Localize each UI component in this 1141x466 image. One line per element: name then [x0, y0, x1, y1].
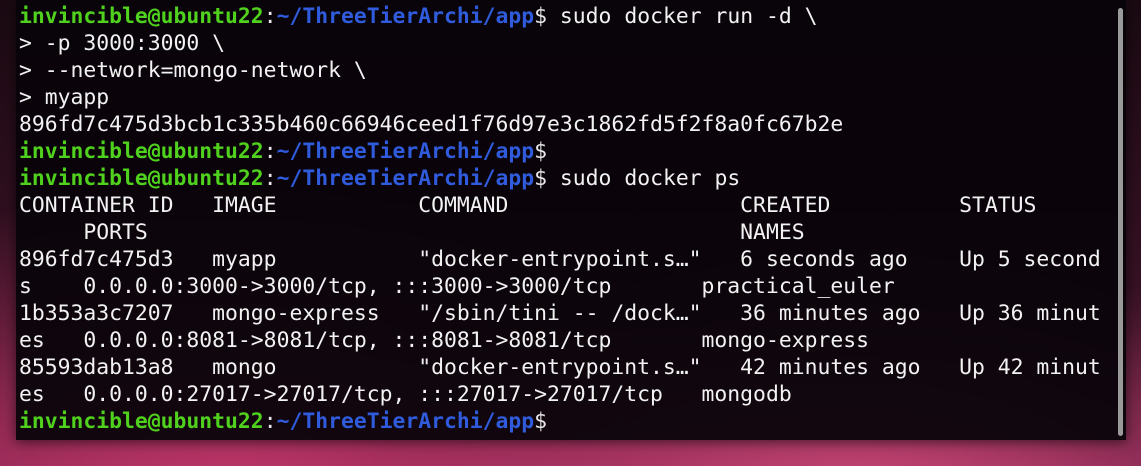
prompt-dollar: $: [534, 4, 548, 29]
prompt-dollar: $: [534, 166, 548, 191]
scrollbar-thumb[interactable]: [1118, 8, 1123, 436]
prompt-user-host: invincible@ubuntu22: [19, 409, 264, 434]
prompt-line: invincible@ubuntu22:~/ThreeTierArchi/app…: [19, 3, 1113, 30]
output-line: es 0.0.0.0:8081->8081/tcp, :::8081->8081…: [19, 328, 869, 353]
output-line: 85593dab13a8 mongo "docker-entrypoint.s……: [19, 355, 1101, 380]
prompt-separator: :: [263, 166, 277, 191]
output-line: PORTS NAMES: [19, 220, 805, 245]
command-text: sudo docker run -d \: [547, 4, 818, 29]
prompt-path: ~/ThreeTierArchi/app: [276, 166, 535, 191]
terminal-scrollbar[interactable]: [1116, 0, 1124, 440]
output-line: > -p 3000:3000 \: [19, 31, 226, 56]
prompt-separator: :: [263, 409, 277, 434]
output-line: 1b353a3c7207 mongo-express "/sbin/tini -…: [19, 301, 1101, 326]
output-line: CONTAINER ID IMAGE COMMAND CREATED STATU…: [19, 193, 1037, 218]
output-line: 896fd7c475d3 myapp "docker-entrypoint.s……: [19, 247, 1101, 272]
prompt-line: invincible@ubuntu22:~/ThreeTierArchi/app…: [19, 165, 1113, 192]
prompt-path: ~/ThreeTierArchi/app: [276, 4, 535, 29]
command-text: sudo docker ps: [547, 166, 741, 191]
output-line: > --network=mongo-network \: [19, 58, 367, 83]
prompt-separator: :: [263, 4, 277, 29]
prompt-path: ~/ThreeTierArchi/app: [276, 139, 535, 164]
terminal-output[interactable]: invincible@ubuntu22:~/ThreeTierArchi/app…: [19, 3, 1113, 435]
output-line: > myapp: [19, 85, 110, 110]
terminal-window[interactable]: invincible@ubuntu22:~/ThreeTierArchi/app…: [16, 0, 1126, 440]
prompt-dollar: $: [534, 139, 548, 164]
prompt-separator: :: [263, 139, 277, 164]
prompt-line: invincible@ubuntu22:~/ThreeTierArchi/app…: [19, 408, 1113, 435]
output-line: es 0.0.0.0:27017->27017/tcp, :::27017->2…: [19, 382, 792, 407]
prompt-line: invincible@ubuntu22:~/ThreeTierArchi/app…: [19, 138, 1113, 165]
prompt-path: ~/ThreeTierArchi/app: [276, 409, 535, 434]
prompt-user-host: invincible@ubuntu22: [19, 4, 264, 29]
output-line: 896fd7c475d3bcb1c335b460c66946ceed1f76d9…: [19, 112, 844, 137]
prompt-user-host: invincible@ubuntu22: [19, 166, 264, 191]
output-line: s 0.0.0.0:3000->3000/tcp, :::3000->3000/…: [19, 274, 895, 299]
prompt-user-host: invincible@ubuntu22: [19, 139, 264, 164]
prompt-dollar: $: [534, 409, 548, 434]
